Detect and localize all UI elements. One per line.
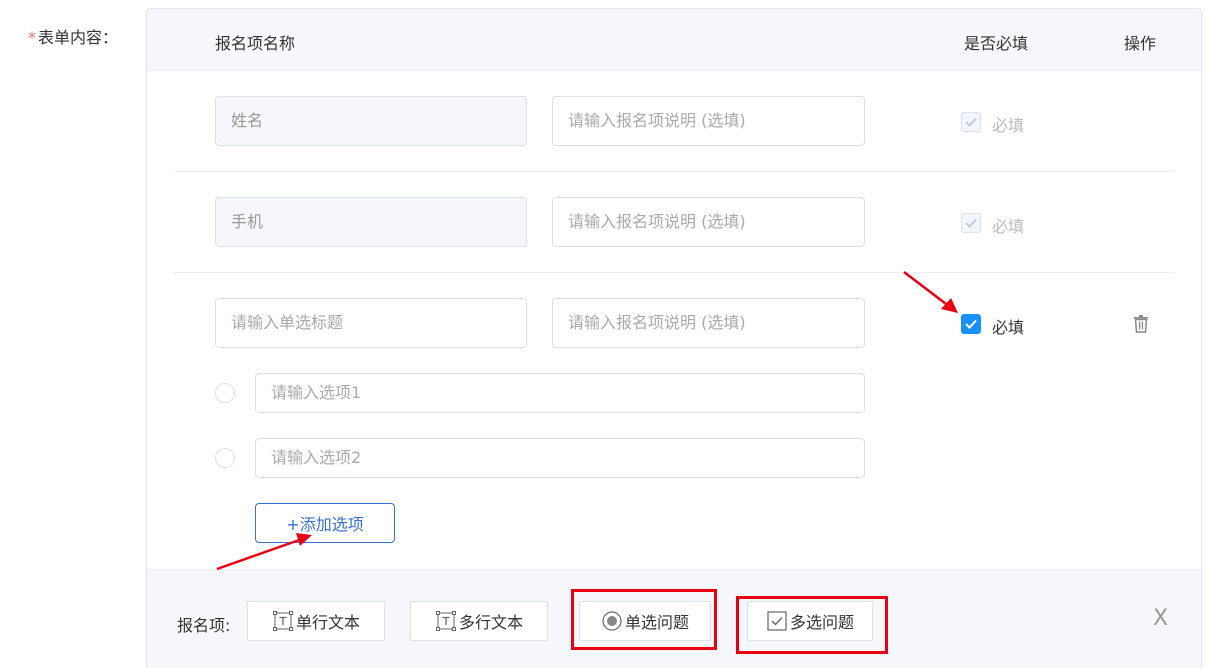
required-checkbox-disabled xyxy=(961,112,981,132)
row-divider xyxy=(173,171,1175,172)
item-desc-input[interactable]: 请输入报名项说明 (选填) xyxy=(552,298,865,348)
required-label: 必填 xyxy=(992,217,1025,236)
item-desc-input[interactable]: 请输入报名项说明 (选填) xyxy=(552,197,865,247)
annotation-highlight-box xyxy=(571,589,717,650)
form-content-label: * 表单内容： xyxy=(28,24,118,48)
option-radio[interactable] xyxy=(215,383,235,403)
required-mark: * xyxy=(28,28,36,47)
single-choice-title-input[interactable]: 请输入单选标题 xyxy=(215,298,527,348)
close-icon[interactable]: X xyxy=(1153,606,1168,631)
table-header: 报名项名称 是否必填 操作 xyxy=(147,9,1201,71)
required-label: 必填 xyxy=(992,116,1025,135)
single-line-text-button[interactable]: 单行文本 xyxy=(247,601,385,641)
text-field-icon xyxy=(272,611,293,631)
form-label-text: 表单内容： xyxy=(38,28,119,47)
multi-line-text-button[interactable]: 多行文本 xyxy=(410,601,548,641)
button-label: 单行文本 xyxy=(295,613,360,632)
required-checkbox-disabled xyxy=(961,213,981,233)
check-icon xyxy=(965,117,977,127)
item-title-input-name: 姓名 xyxy=(215,96,527,146)
required-checkbox[interactable] xyxy=(961,314,981,334)
add-option-button[interactable]: +添加选项 xyxy=(255,503,395,543)
trash-icon[interactable] xyxy=(1133,315,1149,333)
item-title-input-phone: 手机 xyxy=(215,197,527,247)
row-divider xyxy=(173,272,1175,273)
text-field-icon xyxy=(435,611,456,631)
check-icon xyxy=(965,218,977,228)
header-required: 是否必填 xyxy=(964,34,1029,53)
annotation-highlight-box xyxy=(736,596,888,654)
option-input[interactable]: 请输入选项2 xyxy=(255,438,865,478)
option-radio[interactable] xyxy=(215,448,235,468)
check-icon xyxy=(965,319,977,329)
header-operation: 操作 xyxy=(1124,34,1157,53)
required-label: 必填 xyxy=(992,318,1025,337)
item-desc-input[interactable]: 请输入报名项说明 (选填) xyxy=(552,96,865,146)
form-table-panel: 报名项名称 是否必填 操作 姓名 请输入报名项说明 (选填) 必填 手机 请输入… xyxy=(146,8,1202,668)
option-input[interactable]: 请输入选项1 xyxy=(255,373,865,413)
button-label: 多行文本 xyxy=(458,613,523,632)
header-item-name: 报名项名称 xyxy=(215,34,296,53)
toolbar-label: 报名项: xyxy=(177,616,231,635)
